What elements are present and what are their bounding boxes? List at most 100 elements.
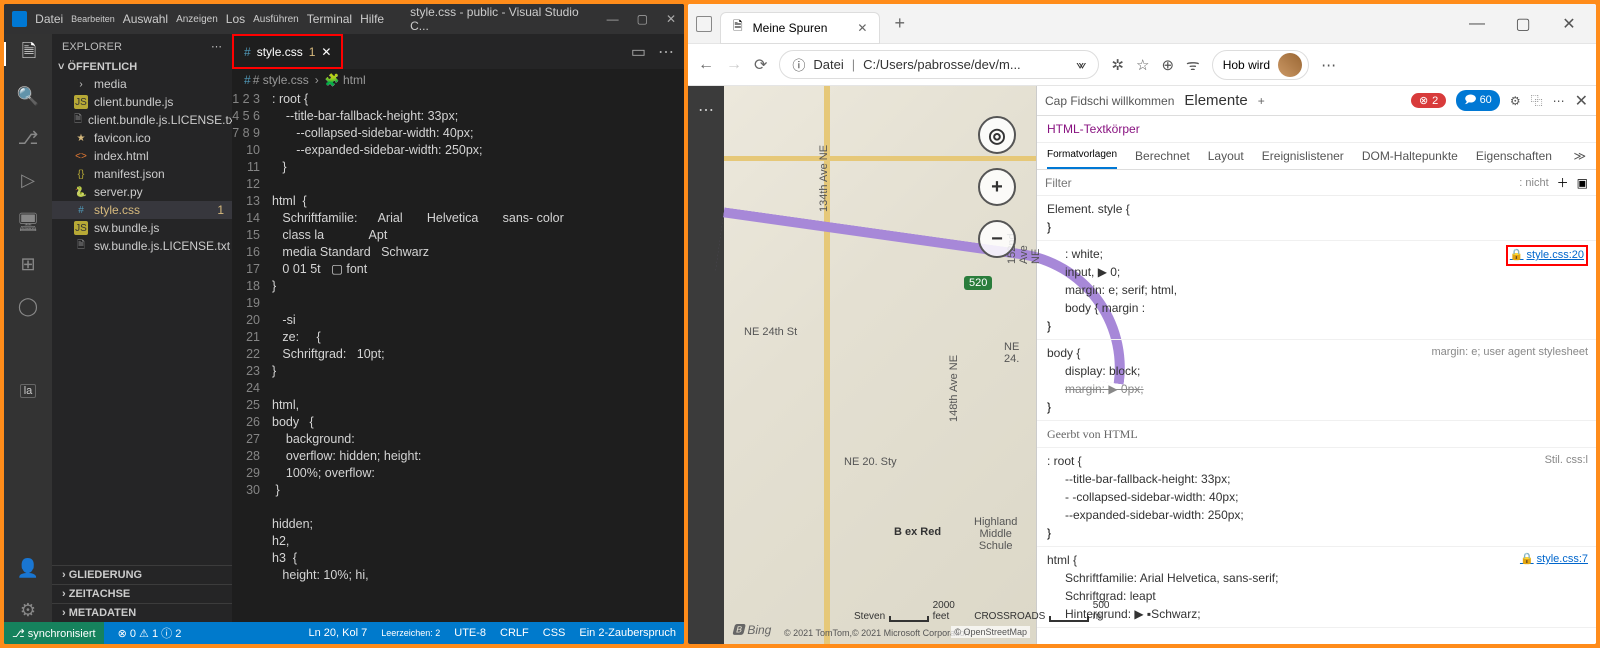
extension-icon[interactable]: ⊞ (16, 252, 40, 276)
extensions-icon[interactable]: ✲ (1111, 56, 1124, 74)
profile-button[interactable]: Hob wird (1212, 50, 1309, 80)
new-rule-icon[interactable]: ＋ (1557, 174, 1569, 191)
section-gliederung[interactable]: › GLIEDERUNG (52, 565, 232, 584)
window-maximize-icon[interactable]: ▢ (637, 12, 648, 26)
more-icon[interactable]: ⋯ (1321, 56, 1336, 74)
split-editor-icon[interactable]: ▭ (631, 42, 646, 62)
editor-more-icon[interactable]: ⋯ (658, 42, 674, 62)
osm-credit: © OpenStreetMap (951, 626, 1030, 638)
git-icon[interactable]: ⎇ (16, 126, 40, 150)
map-view[interactable]: 520 B ex Red HighlandMiddleSchule NE 20.… (724, 86, 1036, 644)
window-minimize-icon[interactable]: — (1458, 15, 1496, 33)
status-magic[interactable]: Ein 2-Zauberspruch (579, 627, 676, 639)
zoom-out-icon[interactable]: − (978, 220, 1016, 258)
account-icon[interactable]: 👤 (16, 556, 40, 580)
status-branch[interactable]: ⎇ synchronisiert (4, 622, 104, 644)
avatar-icon (1278, 53, 1302, 77)
menu-datei[interactable]: Datei (35, 12, 63, 26)
filter-hov[interactable]: : nicht (1519, 177, 1548, 189)
file-client.bundle.js[interactable]: JSclient.bundle.js (52, 93, 232, 111)
reload-icon[interactable]: ⟳ (754, 55, 767, 75)
menu-hilfe[interactable]: Hilfe (360, 12, 384, 26)
window-close-icon[interactable]: ✕ (1550, 14, 1588, 34)
zoom-in-icon[interactable]: + (978, 168, 1016, 206)
vscode-menu[interactable]: Datei Bearbeiten Auswahl Anzeigen Los Au… (35, 12, 384, 26)
gear-icon[interactable]: ⚙ (16, 598, 40, 622)
status-spaces[interactable]: Leerzeichen: 2 (381, 628, 440, 638)
selected-element[interactable]: HTML-Textkörper (1037, 116, 1596, 143)
devtools-close-icon[interactable]: ✕ (1575, 91, 1588, 111)
file-sw.bundle.js.LICENSE.txt[interactable]: 🗎sw.bundle.js.LICENSE.txt (52, 237, 232, 255)
vscode-titlebar[interactable]: Datei Bearbeiten Auswahl Anzeigen Los Au… (4, 4, 684, 34)
devtools-gear-icon[interactable]: ⚙ (1510, 94, 1521, 108)
tab-ereignislistener[interactable]: Ereignislistener (1262, 149, 1344, 169)
devtools-tab-elements[interactable]: Elemente (1184, 92, 1247, 109)
status-lang[interactable]: CSS (543, 627, 566, 639)
toggle-classes-icon[interactable]: ▣ (1577, 176, 1588, 190)
address-bar[interactable]: ⓘ Datei | C:/Users/pabrosse/dev/m... ⩖ (779, 50, 1099, 79)
tab-layout[interactable]: Layout (1208, 149, 1244, 169)
section-zeitachse[interactable]: › ZEITACHSE (52, 584, 232, 603)
file-favicon.ico[interactable]: ★favicon.ico (52, 129, 232, 147)
new-tab-icon[interactable]: + (888, 13, 911, 34)
browser-tab[interactable]: 🗎 Meine Spuren ✕ (720, 12, 880, 44)
la-badge[interactable]: la (20, 384, 37, 398)
performance-icon[interactable]: ᯤ (1186, 55, 1200, 75)
menu-los[interactable]: Los (226, 12, 245, 26)
file-client.bundle.js.LICENSE.txt[interactable]: 🗎client.bundle.js.LICENSE.txt (52, 111, 232, 129)
explorer-icon[interactable]: 🗎 (4, 42, 52, 66)
status-problems[interactable]: ⊗ 0 ⚠ 1 ⓘ 2 (118, 625, 182, 641)
window-close-icon[interactable]: ✕ (666, 12, 676, 26)
info-icon[interactable]: ⓘ (792, 55, 805, 74)
debug-icon[interactable]: ▷ (16, 168, 40, 192)
search-icon[interactable]: 🔍 (16, 84, 40, 108)
locate-icon[interactable]: ◎ (978, 116, 1016, 154)
window-minimize-icon[interactable]: — (607, 12, 619, 26)
style-rules[interactable]: Element. style {}🔒style.css:20 : white; … (1037, 196, 1596, 644)
explorer-more-icon[interactable]: ⋯ (211, 40, 222, 53)
file-style.css[interactable]: #style.css1 (52, 201, 232, 219)
tab-formatvorlagen[interactable]: Formatvorlagen (1047, 149, 1117, 169)
filter-input[interactable] (1045, 176, 1511, 190)
file-media[interactable]: ›media (52, 75, 232, 93)
code-area[interactable]: 1 2 3 4 5 6 7 8 9 10 11 12 13 14 15 16 1… (232, 91, 684, 622)
forward-icon[interactable]: → (726, 56, 742, 74)
tab-close-icon[interactable]: ✕ (857, 21, 867, 35)
status-encoding[interactable]: UTE-8 (454, 627, 486, 639)
tab-eigenschaften[interactable]: Eigenschaften (1476, 149, 1552, 169)
devtools-more-icon[interactable]: ⋯ (1553, 94, 1565, 108)
tab-style-css[interactable]: # style.css 1 ✕ (232, 34, 343, 69)
status-eol[interactable]: CRLF (500, 627, 529, 639)
collections-icon[interactable]: ⊕ (1161, 56, 1174, 74)
back-icon[interactable]: ← (698, 56, 714, 74)
menu-terminal[interactable]: Terminal (307, 12, 352, 26)
menu-auswahl[interactable]: Auswahl (123, 12, 168, 26)
devtools-dock-icon[interactable]: ⿻ (1531, 92, 1543, 109)
globe-icon[interactable]: ◯ (16, 294, 40, 318)
status-position[interactable]: Ln 20, Kol 7 (308, 627, 367, 639)
sidebar-more-icon[interactable]: ⋯ (698, 100, 714, 120)
folder-root[interactable]: ˅ ÖFFENTLICH (52, 59, 232, 75)
menu-bearbeiten[interactable]: Bearbeiten (71, 14, 115, 24)
breadcrumb[interactable]: ## style.css › 🧩 html (232, 69, 684, 91)
error-badge[interactable]: ⊗ 2 (1411, 93, 1446, 108)
section-metadaten[interactable]: › METADATEN (52, 603, 232, 622)
favorites-icon[interactable]: ☆ (1136, 56, 1149, 74)
menu-anzeigen[interactable]: Anzeigen (176, 14, 218, 25)
devtools-add-tab-icon[interactable]: + (1258, 94, 1265, 108)
menu-ausfuehren[interactable]: Ausführen (253, 14, 299, 25)
window-maximize-icon[interactable]: ▢ (1504, 14, 1542, 34)
info-badge[interactable]: 🗩 60 (1456, 90, 1500, 111)
tab-berechnet[interactable]: Berechnet (1135, 149, 1190, 169)
file-manifest.json[interactable]: {}manifest.json (52, 165, 232, 183)
file-index.html[interactable]: <>index.html (52, 147, 232, 165)
file-server.py[interactable]: 🐍server.py (52, 183, 232, 201)
tabs-overflow-icon[interactable]: ≫ (1573, 149, 1586, 169)
favorite-icon[interactable]: ⩖ (1076, 57, 1086, 73)
remote-icon[interactable]: 🖥 (16, 210, 40, 234)
devtools-welcome[interactable]: Cap Fidschi willkommen (1045, 94, 1174, 108)
file-sw.bundle.js[interactable]: JSsw.bundle.js (52, 219, 232, 237)
tab-manager-icon[interactable] (696, 16, 712, 32)
tab-dom-haltepunkte[interactable]: DOM-Haltepunkte (1362, 149, 1458, 169)
tab-close-icon[interactable]: ✕ (321, 45, 331, 59)
